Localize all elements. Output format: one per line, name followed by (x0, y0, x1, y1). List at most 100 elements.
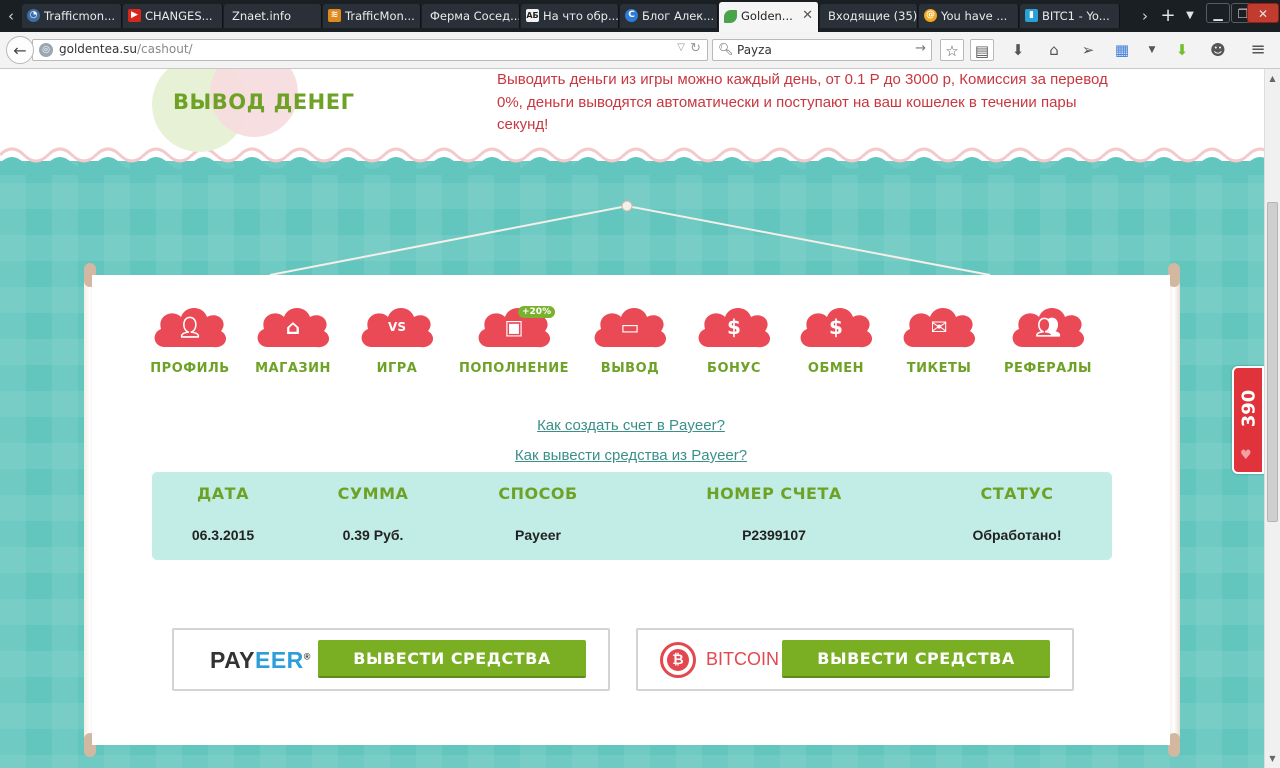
cell-date: 06.3.2015 (191, 527, 255, 543)
tabs-scroll-left-icon[interactable]: ‹ (0, 4, 22, 28)
col-header-date: ДАТА (197, 484, 249, 503)
withdrawals-table: ДАТА СУММА СПОСОБ НОМЕР СЧЕТА СТАТУС 06.… (152, 472, 1112, 560)
downloads-icon[interactable]: ⬇ (1006, 39, 1030, 61)
users-icon: 👥︎ (1035, 315, 1061, 339)
at-icon: @ (924, 9, 937, 22)
scroll-down-arrow-icon[interactable]: ▼ (1265, 751, 1280, 766)
search-icon: 🔍︎ (718, 42, 734, 56)
payeer-withdraw-button[interactable]: ВЫВЕСТИ СРЕДСТВА (318, 640, 586, 678)
globe-icon: ◎ (39, 43, 53, 57)
tab-label: TrafficMon... (345, 9, 415, 23)
col-header-method: СПОСОБ (498, 484, 578, 503)
tab-11[interactable]: ▮ BITC1 - Yo... (1020, 4, 1120, 28)
help-link-withdraw-payeer[interactable]: Как вывести средства из Payeer? (92, 447, 1170, 464)
page-scrollbar[interactable]: ▲ ▼ (1264, 69, 1280, 768)
main-panel: 👤︎ ПРОФИЛЬ ⌂ МАГАЗИН VS ИГРА ▣ +20% ПОПО… (92, 275, 1170, 745)
search-go-arrow-icon[interactable]: → (915, 41, 926, 56)
exchange-icon: $ (829, 315, 843, 339)
game-vs-icon: VS (388, 320, 406, 334)
tab-list-chevron-down-icon[interactable]: ▼ (1180, 4, 1200, 28)
main-menu: 👤︎ ПРОФИЛЬ ⌂ МАГАЗИН VS ИГРА ▣ +20% ПОПО… (92, 303, 1170, 383)
home-icon[interactable]: ⌂ (1042, 39, 1066, 61)
tab-5[interactable]: Ферма Сосед... (422, 4, 520, 28)
tab-1[interactable]: ◔ Trafficmon... (22, 4, 122, 28)
profile-icon: 👤︎ (177, 315, 203, 339)
tab-goldentea-active[interactable]: Golden... ✕ (719, 2, 819, 32)
chart-icon: ▮ (1025, 9, 1038, 22)
tab-2[interactable]: ▶ CHANGES... (123, 4, 223, 28)
menu-item-topup[interactable]: ▣ +20% ПОПОЛНЕНИЕ (459, 303, 569, 376)
leaf-icon (724, 10, 737, 23)
bitcoin-withdraw-box: ₿ BITCOIN ВЫВЕСТИ СРЕДСТВА (636, 628, 1074, 691)
tab-label: You have ... (941, 9, 1008, 23)
payeer-logo: PAYEER® (210, 647, 311, 673)
tab-7[interactable]: C Блог Алек... (620, 4, 718, 28)
new-tab-plus-icon[interactable]: + (1158, 4, 1178, 28)
tab-bar: ‹ ◔ Trafficmon... ▶ CHANGES... Znaet.inf… (0, 0, 1280, 32)
search-query: Payza (737, 43, 772, 57)
bonus-badge: +20% (518, 306, 556, 318)
tab-label: Блог Алек... (642, 9, 715, 23)
tab-label: Golden... (741, 9, 793, 23)
dollar-coin-icon: $ (727, 315, 741, 339)
bookmark-star-icon[interactable]: ☆ (940, 39, 964, 61)
tab-4[interactable]: ≋ TrafficMon... (323, 4, 421, 28)
extension-dropdown-icon[interactable]: ▼ (1140, 39, 1164, 61)
scroll-thumb[interactable] (1267, 202, 1278, 522)
back-button[interactable]: ← (6, 36, 34, 64)
extension-grid-icon[interactable]: ▦ (1110, 39, 1134, 61)
reload-icon[interactable]: ↻ (690, 41, 701, 56)
topup-icon: ▣ (504, 315, 524, 339)
side-counter-widget[interactable]: 390 ♥ (1232, 366, 1264, 474)
menu-item-withdraw[interactable]: ▭ ВЫВОД (575, 303, 685, 376)
back-arrow-icon: ← (13, 41, 27, 60)
close-tab-icon[interactable]: ✕ (802, 2, 813, 30)
bitcoin-label: BITCOIN (706, 649, 780, 669)
send-icon[interactable]: ➢ (1076, 39, 1100, 61)
tab-9[interactable]: Входящие (35) ... (820, 4, 918, 28)
navigation-toolbar: ◎ goldentea.su/cashout/ ▽ ↻ ← 🔍︎ Payza →… (0, 32, 1280, 69)
youtube-icon: ▶ (128, 9, 141, 22)
tab-label: CHANGES... (145, 9, 213, 23)
help-link-create-payeer[interactable]: Как создать счет в Payeer? (92, 417, 1170, 434)
download-helper-icon[interactable]: ⬇ (1170, 39, 1194, 61)
menu-hamburger-icon[interactable]: ≡ (1246, 39, 1270, 61)
menu-item-shop[interactable]: ⌂ МАГАЗИН (238, 303, 348, 376)
cell-status: Обработано! (972, 527, 1062, 543)
col-header-status: СТАТУС (980, 484, 1054, 503)
counter-value: 390 (1238, 389, 1260, 428)
tab-label: Ферма Сосед... (430, 9, 520, 23)
circle-icon: ◔ (27, 9, 40, 22)
tab-6[interactable]: АБ На что обр... (521, 4, 619, 28)
search-input[interactable]: 🔍︎ Payza → (712, 39, 932, 61)
trafficmon-icon: ≋ (328, 9, 341, 22)
tab-label: BITC1 - Yo... (1042, 9, 1110, 23)
cell-account: P2399107 (742, 527, 806, 543)
menu-item-bonus[interactable]: $ БОНУС (679, 303, 789, 376)
close-window-icon[interactable]: ✕ (1247, 3, 1279, 23)
url-history-dropdown-icon[interactable]: ▽ (677, 42, 685, 53)
minimize-window-icon[interactable]: ▁ (1206, 3, 1230, 23)
col-header-amount: СУММА (337, 484, 409, 503)
address-bar[interactable]: ◎ goldentea.su/cashout/ ▽ ↻ (32, 39, 708, 61)
menu-item-profile[interactable]: 👤︎ ПРОФИЛЬ (135, 303, 245, 376)
url-text: goldentea.su/cashout/ (59, 42, 193, 56)
cell-amount: 0.39 Руб. (342, 527, 404, 543)
bookmarks-list-icon[interactable]: ▤ (970, 39, 994, 61)
menu-item-exchange[interactable]: $ ОБМЕН (781, 303, 891, 376)
bitcoin-withdraw-button[interactable]: ВЫВЕСТИ СРЕДСТВА (782, 640, 1050, 678)
menu-item-game[interactable]: VS ИГРА (342, 303, 452, 376)
menu-item-referrals[interactable]: 👥︎ РЕФЕРАЛЫ (993, 303, 1103, 376)
menu-item-tickets[interactable]: ✉ ТИКЕТЫ (884, 303, 994, 376)
tabs-scroll-right-icon[interactable]: › (1134, 4, 1156, 28)
smiley-addon-icon[interactable]: ☻ (1206, 39, 1230, 61)
shop-icon: ⌂ (285, 315, 301, 339)
tab-3[interactable]: Znaet.info (224, 4, 322, 28)
blog-icon: C (625, 9, 638, 22)
tab-label: На что обр... (543, 9, 619, 23)
col-header-account: НОМЕР СЧЕТА (706, 484, 842, 503)
tab-label: Trafficmon... (44, 9, 116, 23)
scroll-up-arrow-icon[interactable]: ▲ (1265, 71, 1280, 86)
envelope-icon: ✉ (930, 315, 948, 339)
tab-10[interactable]: @ You have ... (919, 4, 1019, 28)
